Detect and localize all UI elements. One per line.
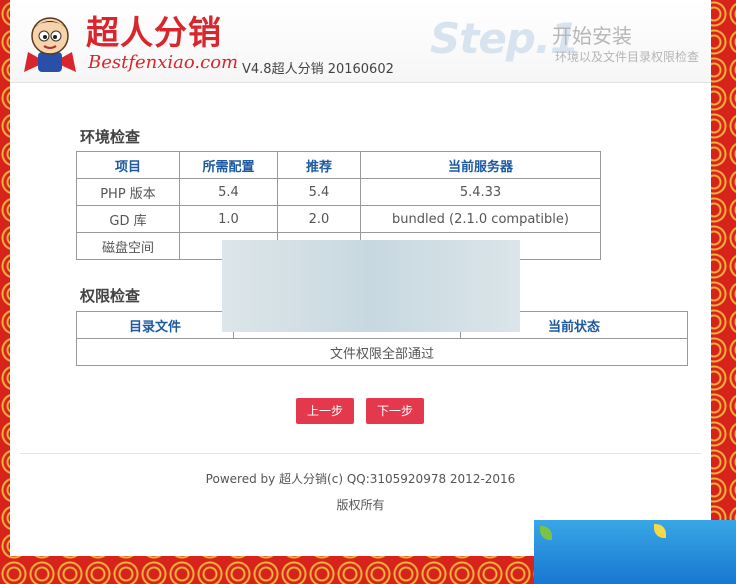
mascot-logo-icon [24,17,76,72]
brand-name: 超人分销 [86,13,222,52]
table-cell: 磁盘空间 [76,232,180,260]
divider [20,453,701,454]
table-row: PHP 版本 5.4 5.4 5.4.33 [76,178,601,206]
env-check-title: 环境检查 [80,128,141,146]
footer-powered: Powered by 超人分销(c) QQ:3105920978 2012-20… [205,472,516,486]
version-label: V4.8超人分销 20160602 [242,62,394,77]
table-cell: GD 库 [76,205,180,233]
header: 超人分销 Bestfenxiao.com V4.8超人分销 20160602 S… [10,0,711,83]
table-cell: 1.0 [179,205,278,233]
perm-check-title: 权限检查 [80,287,141,305]
table-cell: PHP 版本 [76,178,180,206]
col-header: 当前服务器 [360,151,601,179]
table-cell: bundled (2.1.0 compatible) [360,205,601,233]
leaf-icon [654,524,666,538]
prev-step-button[interactable]: 上一步 [296,398,354,424]
table-cell: 5.4.33 [360,178,601,206]
perm-status-message: 文件权限全部通过 [76,338,688,366]
table-cell: 5.4 [179,178,278,206]
table-row: 文件权限全部通过 [76,338,688,366]
blurred-overlay [222,240,520,332]
col-header: 目录文件 [76,311,234,339]
step-title: 开始安装 [552,24,632,48]
corner-decoration [534,520,736,584]
next-step-button[interactable]: 下一步 [366,398,424,424]
col-header: 项目 [76,151,180,179]
brand-domain: Bestfenxiao.com [88,52,239,73]
table-cell: 2.0 [277,205,361,233]
step-subtitle: 环境以及文件目录权限检查 [555,50,700,64]
table-cell: 5.4 [277,178,361,206]
leaf-icon [540,526,552,540]
footer-rights: 版权所有 [336,498,385,512]
table-header-row: 项目 所需配置 推荐 当前服务器 [76,151,601,179]
col-header: 所需配置 [179,151,278,179]
col-header: 推荐 [277,151,361,179]
table-row: GD 库 1.0 2.0 bundled (2.1.0 compatible) [76,205,601,233]
